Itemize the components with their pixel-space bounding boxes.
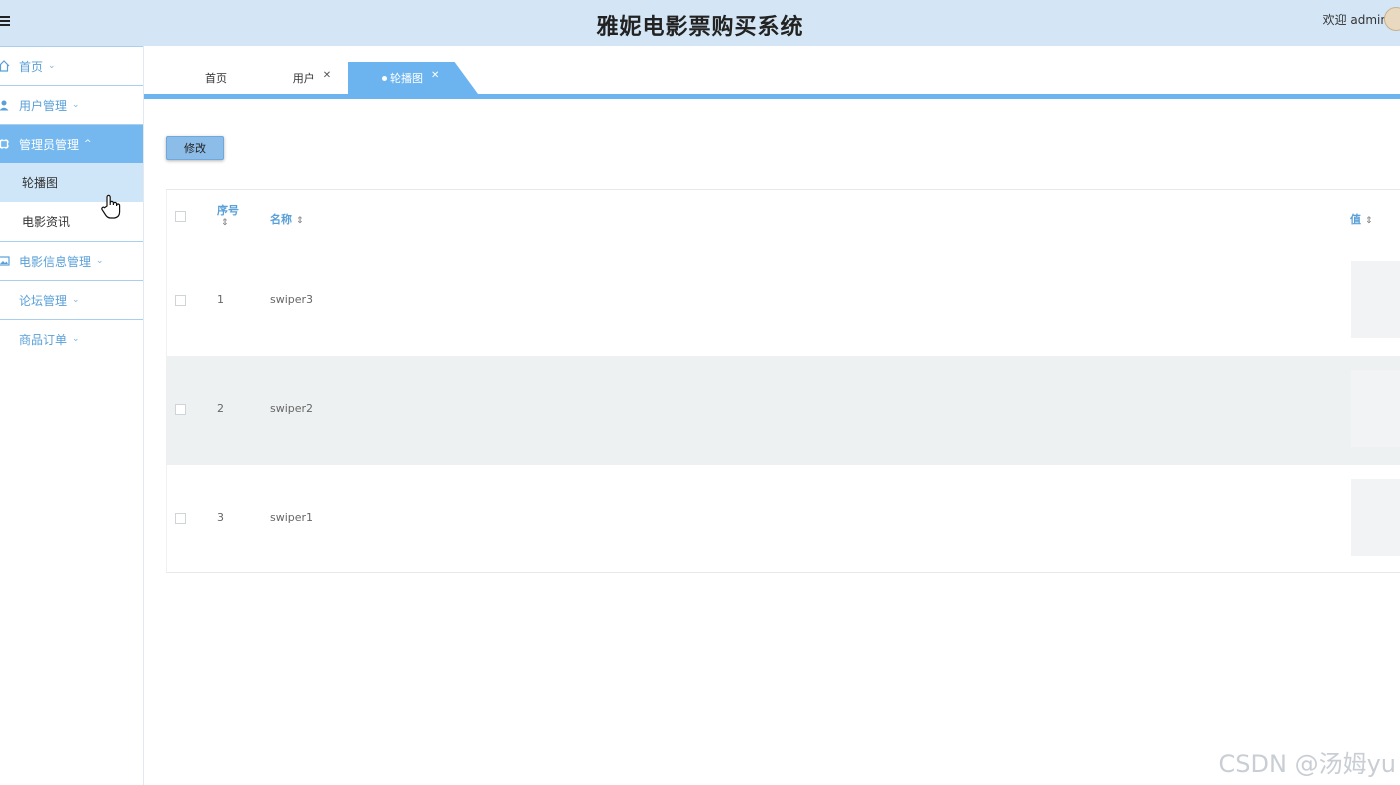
row-name: swiper3 bbox=[270, 293, 314, 306]
user-icon bbox=[0, 100, 9, 111]
sort-icon[interactable]: ⇕ bbox=[221, 218, 239, 228]
row-name: swiper1 bbox=[270, 511, 314, 524]
active-dot-icon bbox=[382, 75, 387, 81]
row-image-thumbnail bbox=[1351, 479, 1400, 556]
chevron-down-icon: ⌄ bbox=[72, 295, 80, 305]
sidebar-item-label: 论坛管理 bbox=[19, 293, 68, 308]
chip-icon bbox=[0, 139, 9, 149]
sidebar-item-movie-info-management[interactable]: 电影信息管理 ⌄ bbox=[0, 241, 143, 280]
sidebar-item-admin-management[interactable]: 管理员管理 ^ bbox=[0, 124, 143, 163]
row-index: 2 bbox=[217, 402, 224, 415]
chevron-down-icon: ⌄ bbox=[96, 256, 104, 266]
chevron-up-icon: ^ bbox=[84, 139, 92, 149]
data-table: 序号 ⇕ 名称 ⇕ 值 ⇕ 1 swiper3 2 swiper2 3 swiper… bbox=[166, 189, 1400, 573]
sidebar-item-label: 管理员管理 bbox=[19, 137, 80, 152]
row-name: swiper2 bbox=[270, 402, 314, 415]
sort-icon[interactable]: ⇕ bbox=[296, 216, 304, 226]
sidebar-item-user-management[interactable]: 用户管理 ⌄ bbox=[0, 85, 143, 124]
chevron-down-icon: ⌄ bbox=[72, 334, 80, 344]
row-image-thumbnail bbox=[1351, 261, 1400, 338]
sidebar: 首页 ⌄ 用户管理 ⌄ 管理员管理 ^ 轮播图 电影资讯 电影信息管理 ⌄ 论坛… bbox=[0, 46, 144, 785]
tab-users[interactable]: 用户 ✕ bbox=[284, 62, 340, 94]
sidebar-subitem-label: 电影资讯 bbox=[22, 215, 71, 229]
tab-carousel[interactable]: 轮播图 ✕ bbox=[348, 62, 478, 94]
tab-label: 用户 bbox=[292, 72, 315, 85]
sidebar-item-label: 商品订单 bbox=[19, 332, 68, 347]
hand-pointer-cursor-icon bbox=[101, 194, 121, 219]
row-checkbox[interactable] bbox=[175, 295, 186, 306]
close-icon[interactable]: ✕ bbox=[431, 70, 439, 81]
sidebar-subitem-label: 轮播图 bbox=[22, 176, 59, 190]
row-index: 3 bbox=[217, 511, 224, 524]
welcome-text: 欢迎 admin bbox=[1322, 13, 1388, 27]
sidebar-item-forum-management[interactable]: 论坛管理 ⌄ bbox=[0, 280, 143, 319]
row-image-thumbnail bbox=[1351, 370, 1400, 447]
sidebar-item-label: 电影信息管理 bbox=[19, 254, 92, 269]
column-header-index[interactable]: 序号 ⇕ bbox=[217, 202, 239, 228]
row-index: 1 bbox=[217, 293, 224, 306]
column-header-name[interactable]: 名称 ⇕ bbox=[270, 211, 304, 227]
table-row[interactable]: 2 swiper2 bbox=[167, 356, 1400, 465]
image-icon bbox=[0, 256, 10, 266]
tab-label: 轮播图 bbox=[390, 72, 423, 85]
app-title: 雅妮电影票购买系统 bbox=[596, 15, 804, 40]
row-checkbox[interactable] bbox=[175, 404, 186, 415]
home-icon bbox=[0, 60, 10, 72]
close-icon[interactable]: ✕ bbox=[323, 70, 331, 81]
select-all-checkbox[interactable] bbox=[175, 211, 186, 222]
sidebar-item-label: 用户管理 bbox=[19, 98, 68, 113]
column-header-value[interactable]: 值 ⇕ bbox=[1350, 211, 1373, 227]
tab-label: 首页 bbox=[205, 72, 227, 85]
chevron-down-icon: ⌄ bbox=[72, 100, 80, 110]
sidebar-item-label: 首页 bbox=[19, 59, 44, 74]
table-row[interactable]: 1 swiper3 bbox=[167, 247, 1400, 356]
sidebar-item-home[interactable]: 首页 ⌄ bbox=[0, 46, 143, 85]
table-row[interactable]: 3 swiper1 bbox=[167, 465, 1400, 574]
chevron-down-icon: ⌄ bbox=[48, 61, 56, 71]
sort-icon[interactable]: ⇕ bbox=[1365, 216, 1373, 226]
tab-bar: 首页 用户 ✕ 轮播图 ✕ bbox=[144, 46, 1400, 99]
row-checkbox[interactable] bbox=[175, 513, 186, 524]
tab-home[interactable]: 首页 bbox=[188, 62, 244, 94]
watermark: CSDN @汤姆yu bbox=[1218, 750, 1396, 778]
app-header: 雅妮电影票购买系统 欢迎 admin bbox=[0, 0, 1400, 46]
edit-button[interactable]: 修改 bbox=[166, 136, 224, 160]
sidebar-item-product-orders[interactable]: 商品订单 ⌄ bbox=[0, 319, 143, 358]
